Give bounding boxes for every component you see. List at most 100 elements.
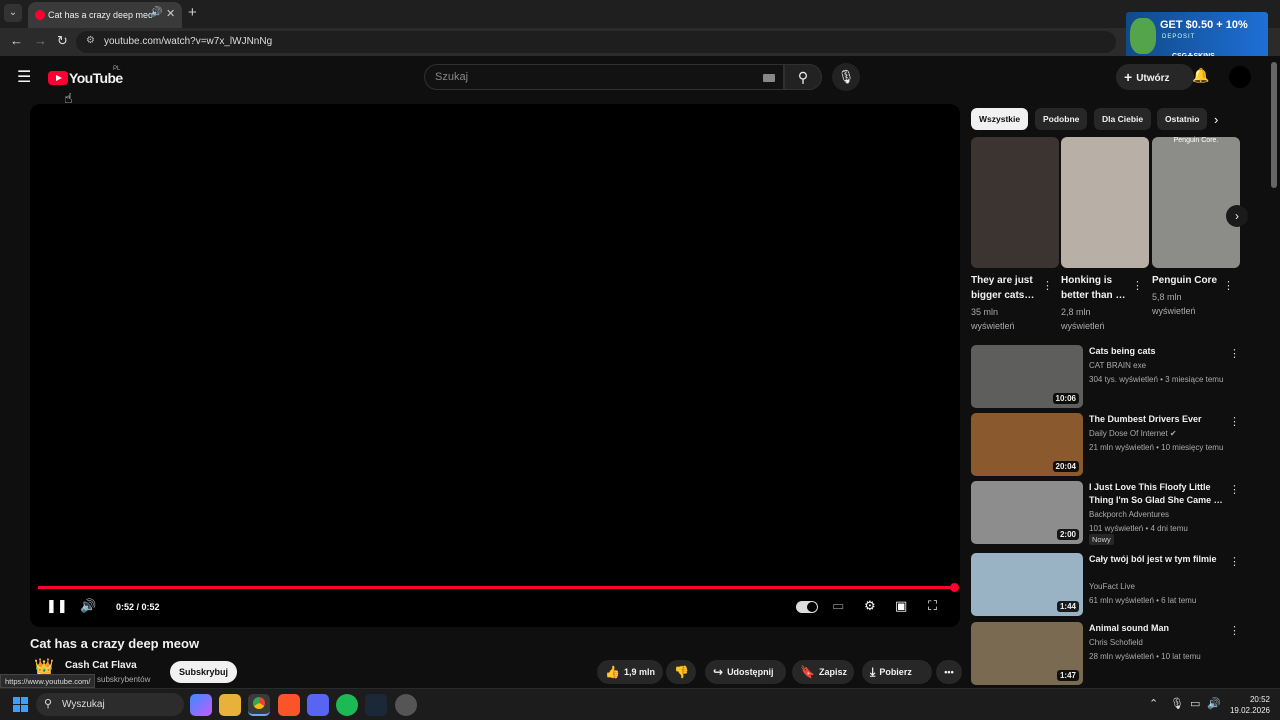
channel-name[interactable]: CAT BRAIN exe <box>1089 361 1146 370</box>
new-tab-button[interactable]: + <box>188 4 197 21</box>
video-title[interactable]: Cats being cats <box>1089 345 1225 358</box>
short-title[interactable]: They are just bigger cats… <box>971 273 1043 303</box>
more-vertical-icon[interactable]: ⋮ <box>1229 624 1240 637</box>
chip-all[interactable]: Wszystkie <box>971 108 1029 130</box>
theater-mode-icon[interactable]: ▣ <box>895 598 907 614</box>
dislike-button[interactable]: 👎 <box>666 660 696 684</box>
recommended-video[interactable]: 1:44 Cały twój ból jest w tym filmie YouFa… <box>971 553 1251 617</box>
autoplay-toggle[interactable] <box>796 601 818 613</box>
audio-playing-icon[interactable]: 🔊 <box>150 7 162 18</box>
short-card[interactable]: Penguin Core. Penguin Core 5,8 mln wyświet… <box>1152 137 1240 318</box>
more-vertical-icon[interactable]: ⋮ <box>1229 483 1240 496</box>
shorts-next-button[interactable]: › <box>1226 205 1248 227</box>
subtitles-icon[interactable]: ▭ <box>832 598 844 614</box>
brave-icon[interactable] <box>278 694 300 716</box>
video-thumbnail[interactable]: 2:00 <box>971 481 1083 544</box>
more-actions-button[interactable]: ••• <box>936 660 962 684</box>
video-title[interactable]: Animal sound Man <box>1089 622 1225 635</box>
more-vertical-icon[interactable]: ⋮ <box>1229 415 1240 428</box>
short-card[interactable]: Honking is better than … 2,8 mln wyświetl… <box>1061 137 1149 333</box>
more-vertical-icon[interactable]: ⋮ <box>1132 279 1143 292</box>
short-thumbnail[interactable]: Penguin Core. <box>1152 137 1240 268</box>
back-arrow-icon[interactable]: ← <box>10 33 23 48</box>
discord-icon[interactable] <box>307 694 329 716</box>
scrubber-handle[interactable] <box>950 583 959 592</box>
keyboard-icon[interactable] <box>763 74 775 82</box>
notifications-bell-icon[interactable]: 🔔 <box>1192 67 1209 84</box>
short-thumbnail[interactable] <box>971 137 1059 268</box>
channel-name[interactable]: Cash Cat Flava <box>65 660 137 671</box>
more-vertical-icon[interactable]: ⋮ <box>1223 279 1234 292</box>
chip-for-you[interactable]: Dla Ciebie <box>1094 108 1152 130</box>
chip-recent[interactable]: Ostatnio <box>1157 108 1208 130</box>
more-vertical-icon[interactable]: ⋮ <box>1229 347 1240 360</box>
short-card[interactable]: They are just bigger cats… 35 mln wyświet… <box>971 137 1059 333</box>
video-thumbnail[interactable]: 20:04 <box>971 413 1083 476</box>
video-thumbnail[interactable]: 1:47 <box>971 622 1083 685</box>
video-meta: 28 mln wyświetleń • 10 lat temu <box>1089 652 1201 661</box>
share-button[interactable]: ↪ Udostępnij <box>705 660 786 684</box>
browser-tab[interactable]: Cat has a crazy deep meow 🔊 ✕ <box>28 2 182 28</box>
show-hidden-icons-icon[interactable]: ⌃ <box>1149 697 1158 710</box>
tab-close-icon[interactable]: ✕ <box>166 7 175 20</box>
menu-icon[interactable]: ☰ <box>17 70 31 86</box>
subscribe-button[interactable]: Subskrybuj <box>170 661 237 683</box>
settings-gear-icon[interactable]: ⚙ <box>864 598 876 614</box>
recommended-video[interactable]: 20:04 The Dumbest Drivers Ever Daily Dose … <box>971 413 1251 477</box>
video-title[interactable]: Cały twój ból jest w tym filmie <box>1089 553 1225 566</box>
video-thumbnail[interactable]: 10:06 <box>971 345 1083 408</box>
chevron-right-icon[interactable]: › <box>1214 112 1218 127</box>
progress-bar[interactable] <box>38 583 959 592</box>
create-button[interactable]: + Utwórz <box>1116 64 1194 90</box>
channel-name[interactable]: YouFact Live <box>1089 582 1135 591</box>
reload-icon[interactable]: ↻ <box>57 33 68 49</box>
channel-name[interactable]: Chris Schofield <box>1089 638 1143 647</box>
copilot-icon[interactable] <box>190 694 212 716</box>
microphone-tray-icon[interactable]: 🎙 <box>1170 697 1184 710</box>
account-avatar[interactable] <box>1229 66 1251 88</box>
ad-banner[interactable]: GET $0.50 + 10% DEPOSIT CSG☘SKINS <box>1126 12 1268 62</box>
channel-name[interactable]: Daily Dose Of Internet ✔ <box>1089 429 1177 438</box>
video-title[interactable]: I Just Love This Floofy Little Thing I'm… <box>1089 481 1225 507</box>
short-title[interactable]: Penguin Core <box>1152 273 1224 288</box>
file-explorer-icon[interactable] <box>219 694 241 716</box>
like-button[interactable]: 👍 1,9 mln <box>597 660 663 684</box>
more-vertical-icon[interactable]: ⋮ <box>1042 279 1053 292</box>
browser-tab-strip: ⌄ Cat has a crazy deep meow 🔊 ✕ + <box>0 0 1280 28</box>
taskbar-search[interactable]: ⚲ Wyszukaj <box>36 693 184 716</box>
spotify-icon[interactable] <box>336 694 358 716</box>
video-title[interactable]: The Dumbest Drivers Ever <box>1089 413 1225 426</box>
recommended-video[interactable]: 2:00 I Just Love This Floofy Little Thing… <box>971 481 1251 545</box>
youtube-favicon-icon <box>35 10 45 20</box>
short-thumbnail[interactable] <box>1061 137 1149 268</box>
search-button[interactable]: ⚲ <box>784 64 822 90</box>
search-input[interactable]: Szukaj <box>424 64 784 90</box>
volume-tray-icon[interactable]: 🔊 <box>1207 697 1221 710</box>
chip-related[interactable]: Podobne <box>1035 108 1088 130</box>
fullscreen-icon[interactable]: ⛶ <box>928 598 937 614</box>
voice-search-button[interactable]: 🎙 <box>832 63 860 91</box>
tab-search-button[interactable]: ⌄ <box>4 4 22 22</box>
chrome-icon[interactable] <box>248 694 270 716</box>
recommended-video[interactable]: 1:47 Animal sound Man Chris Schofield 28 ml… <box>971 622 1251 686</box>
volume-icon[interactable]: 🔊 <box>80 598 96 614</box>
download-button[interactable]: ⤓ Pobierz <box>862 660 932 684</box>
short-title[interactable]: Honking is better than … <box>1061 273 1133 303</box>
more-vertical-icon[interactable]: ⋮ <box>1229 555 1240 568</box>
system-clock[interactable]: 20:52 19.02.2026 <box>1226 694 1270 716</box>
steam-icon[interactable] <box>365 694 387 716</box>
recommended-video[interactable]: 10:06 Cats being cats CAT BRAIN exe 304 tys… <box>971 345 1251 409</box>
youtube-logo[interactable]: YouTube PL <box>48 66 123 87</box>
video-thumbnail[interactable]: 1:44 <box>971 553 1083 616</box>
forward-arrow-icon[interactable]: → <box>34 33 47 48</box>
pause-icon[interactable]: ❚❚ <box>46 598 68 614</box>
save-button[interactable]: 🔖 Zapisz <box>792 660 854 684</box>
url-field[interactable]: ⚙ youtube.com/watch?v=w7x_lWJNnNg <box>76 31 1116 53</box>
site-info-icon[interactable]: ⚙ <box>86 35 95 46</box>
page-scrollbar[interactable] <box>1271 62 1277 188</box>
network-icon[interactable]: ▭ <box>1190 697 1200 710</box>
video-player[interactable]: ❚❚ 🔊 0:52 / 0:52 ▭ ⚙ ▣ ⛶ <box>30 104 960 627</box>
app-icon[interactable] <box>395 694 417 716</box>
channel-name[interactable]: Backporch Adventures <box>1089 510 1169 519</box>
windows-start-icon[interactable] <box>13 697 29 713</box>
